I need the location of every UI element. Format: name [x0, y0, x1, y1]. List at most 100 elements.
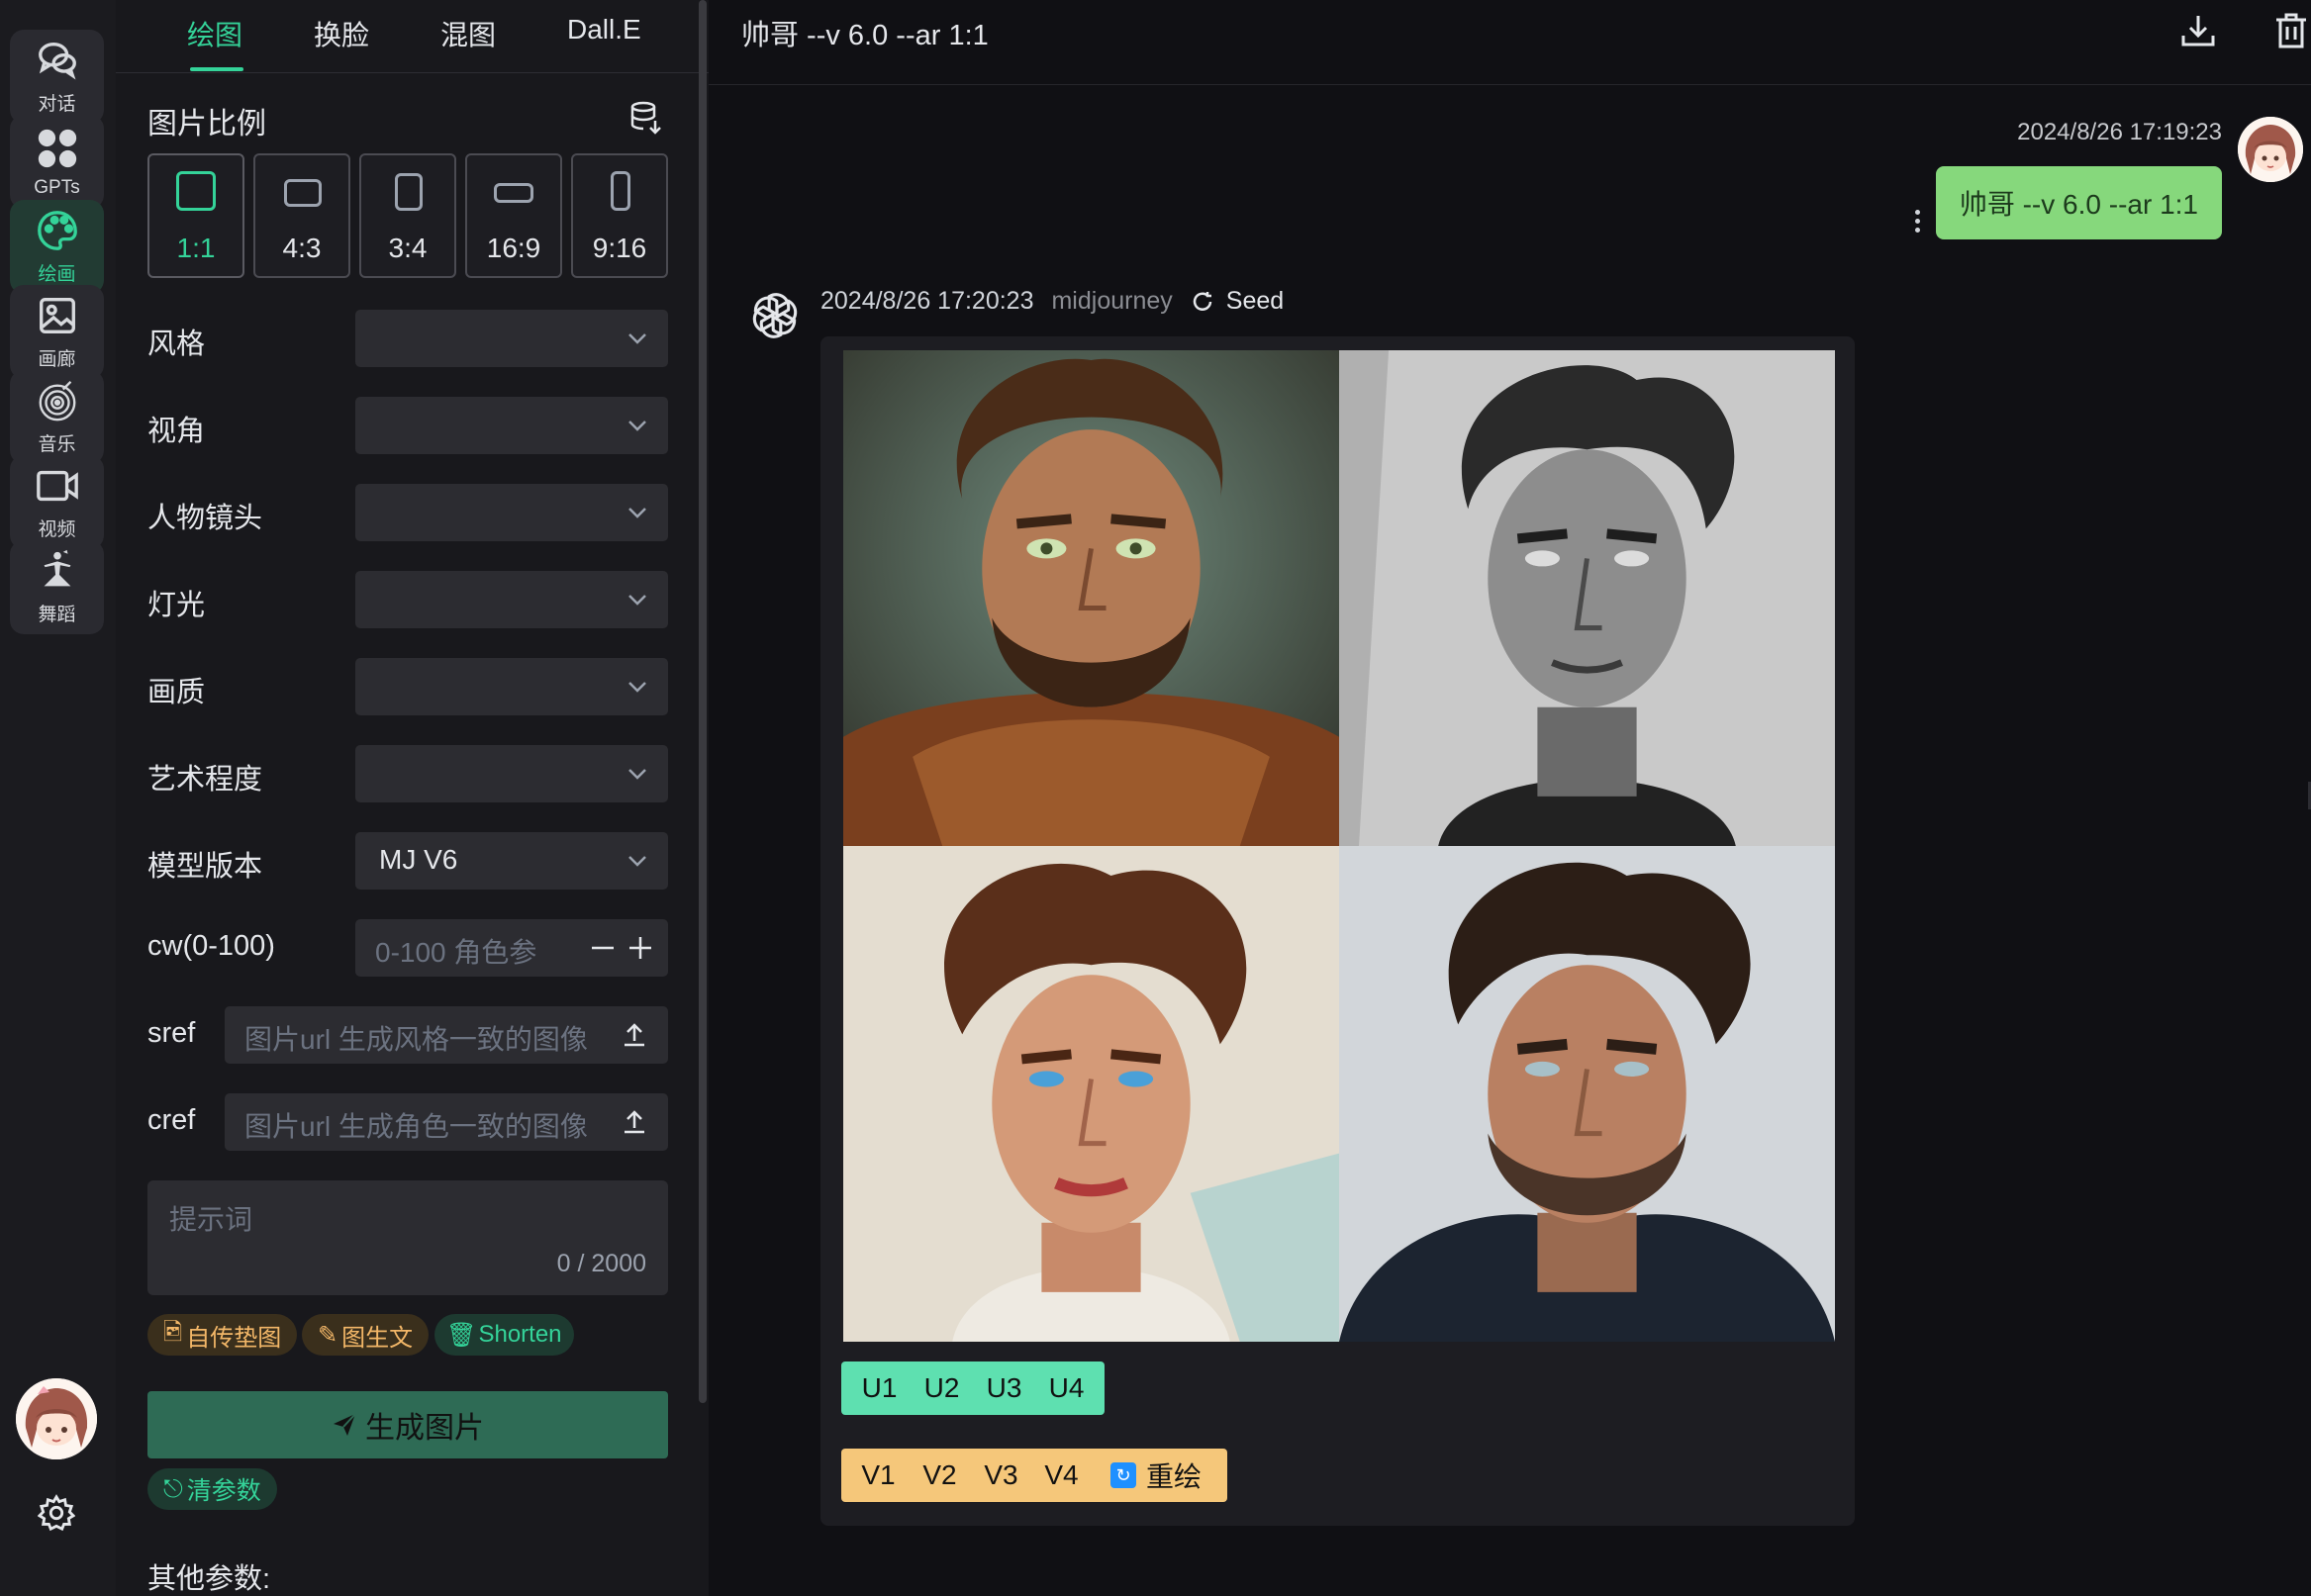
app-root: 对话 GPTs 绘画 画廊 音乐 视频 舞蹈 绘图 换脸 混图 Dall.E 图… — [0, 0, 2311, 1596]
rail-label-gallery: 画廊 — [38, 349, 76, 370]
plus-icon[interactable] — [626, 934, 654, 962]
user-message-text: 帅哥 --v 6.0 --ar 1:1 — [1959, 189, 2198, 220]
light-select[interactable] — [355, 571, 668, 628]
view-label: 视角 — [147, 416, 206, 447]
generated-image-4[interactable] — [1339, 846, 1835, 1342]
tab-draw[interactable]: 绘图 — [187, 14, 242, 53]
user-avatar — [2238, 117, 2303, 182]
generated-image-grid — [843, 350, 1835, 1342]
upload-pad-image-chip[interactable]: 🖻 自传垫图 — [147, 1314, 298, 1356]
prompt-textarea[interactable]: 提示词 0 / 2000 — [147, 1180, 668, 1295]
chat-title: 帅哥 --v 6.0 --ar 1:1 — [741, 20, 989, 51]
rail-item-gpts[interactable]: GPTs — [10, 115, 104, 209]
database-download-icon[interactable] — [628, 99, 664, 135]
send-plane-icon — [334, 1413, 356, 1436]
chip-label: Shorten — [478, 1321, 562, 1348]
shorten-chip[interactable]: 🗑 Shorten — [434, 1314, 574, 1356]
tab-blend[interactable]: 混图 — [440, 14, 496, 53]
upscale-button-u4[interactable]: U4 — [1028, 1361, 1105, 1415]
message-more-menu[interactable] — [1912, 210, 1922, 237]
chevron-down-icon — [628, 856, 646, 867]
rail-item-music[interactable]: 音乐 — [10, 370, 104, 464]
model-selected-value: MJ V6 — [379, 844, 458, 875]
rail-item-video[interactable]: 视频 — [10, 455, 104, 549]
rail-item-chat[interactable]: 对话 — [10, 30, 104, 124]
image-to-text-chip[interactable]: ✎ 图生文 — [302, 1314, 430, 1356]
avatar[interactable] — [16, 1378, 97, 1459]
generated-image-1[interactable] — [843, 350, 1339, 846]
ratio-shape-portrait — [395, 173, 423, 211]
ratio-option-3-4[interactable]: 3:4 — [359, 153, 456, 278]
ratio-option-1-1[interactable]: 1:1 — [147, 153, 244, 278]
tab-face-swap[interactable]: 换脸 — [314, 14, 369, 53]
chevron-down-icon — [628, 769, 646, 780]
panel-scrollbar[interactable] — [699, 0, 707, 1403]
bot-name: midjourney — [1051, 287, 1173, 315]
image-edit-icon: ✎ — [318, 1321, 338, 1349]
ratio-option-9-16[interactable]: 9:16 — [571, 153, 668, 278]
clear-label: 清参数 — [186, 1477, 261, 1505]
rail-label-dance: 舞蹈 — [38, 605, 76, 625]
chip-label: 自传垫图 — [186, 1324, 282, 1352]
settings-gear-icon[interactable] — [38, 1494, 75, 1532]
generate-image-button[interactable]: 生成图片 — [147, 1391, 668, 1458]
sref-label: sref — [147, 1017, 196, 1049]
generated-image-3[interactable] — [843, 846, 1339, 1342]
chevron-down-icon — [628, 333, 646, 344]
cw-number-input[interactable]: 0-100 角色参 — [355, 919, 668, 977]
cref-url-input[interactable]: 图片url 生成角色一致的图像 — [225, 1093, 668, 1151]
ratio-shape-square — [176, 171, 216, 211]
light-label: 灯光 — [147, 590, 206, 621]
redraw-label: 重绘 — [1145, 1461, 1202, 1492]
trash-can-icon: 🗑 — [446, 1321, 477, 1349]
quality-label: 画质 — [147, 677, 206, 708]
download-icon[interactable] — [2179, 12, 2217, 49]
avatar-anime-girl-icon — [2238, 117, 2303, 182]
cw-label: cw(0-100) — [147, 930, 275, 962]
art-level-label: 艺术程度 — [147, 764, 263, 796]
file-image-icon: 🖻 — [163, 1318, 183, 1346]
prompt-placeholder: 提示词 — [169, 1204, 253, 1235]
style-select[interactable] — [355, 310, 668, 367]
clear-params-chip[interactable]: ⎋ 清参数 — [147, 1468, 277, 1510]
chat-area: 帅哥 --v 6.0 --ar 1:1 2024/8/26 17:19:23 帅… — [709, 0, 2311, 1596]
user-message-time: 2024/8/26 17:19:23 — [2017, 119, 2222, 145]
user-message-bubble: 帅哥 --v 6.0 --ar 1:1 — [1935, 166, 2222, 239]
model-select[interactable]: MJ V6 — [355, 832, 668, 890]
rail-label-draw: 绘画 — [38, 264, 76, 285]
openai-logo-icon — [752, 293, 798, 338]
sref-url-input[interactable]: 图片url 生成风格一致的图像 — [225, 1006, 668, 1064]
view-select[interactable] — [355, 397, 668, 454]
video-icon — [36, 470, 78, 502]
generated-image-2[interactable] — [1339, 350, 1835, 846]
apps-grid-icon — [38, 129, 76, 167]
dance-icon — [44, 549, 70, 587]
chevron-down-icon — [628, 508, 646, 518]
ratio-label: 1:1 — [176, 233, 216, 263]
active-tab-indicator — [190, 67, 243, 71]
seed-label: Seed — [1225, 287, 1285, 315]
trash-icon[interactable] — [2272, 12, 2310, 49]
art-level-select[interactable] — [355, 745, 668, 802]
ratio-option-4-3[interactable]: 4:3 — [253, 153, 350, 278]
tab-dalle[interactable]: Dall.E — [567, 14, 641, 46]
rail-item-draw[interactable]: 绘画 — [10, 200, 104, 294]
refresh-icon — [1193, 291, 1212, 311]
seed-button[interactable]: Seed — [1191, 287, 1284, 316]
quality-select[interactable] — [355, 658, 668, 715]
upload-icon[interactable] — [621, 1021, 648, 1049]
rail-item-gallery[interactable]: 画廊 — [10, 285, 104, 379]
bot-message-meta: 2024/8/26 17:20:23 midjourney Seed — [820, 287, 1284, 316]
redraw-button[interactable]: ↻ 重绘 — [1085, 1449, 1227, 1502]
upload-icon[interactable] — [621, 1108, 648, 1136]
ratio-option-16-9[interactable]: 16:9 — [465, 153, 562, 278]
rail-label-video: 视频 — [38, 519, 76, 540]
minus-icon[interactable] — [589, 934, 617, 962]
generate-label: 生成图片 — [365, 1412, 484, 1445]
ratio-section-title: 图片比例 — [147, 108, 266, 141]
rail-item-dance[interactable]: 舞蹈 — [10, 540, 104, 634]
shot-select[interactable] — [355, 484, 668, 541]
rail-label-gpts: GPTs — [34, 176, 80, 198]
image-result-card: U1 U2 U3 U4 V1 V2 V3 V4 ↻ 重绘 — [820, 336, 1855, 1526]
ratio-shape-wide — [494, 183, 533, 203]
